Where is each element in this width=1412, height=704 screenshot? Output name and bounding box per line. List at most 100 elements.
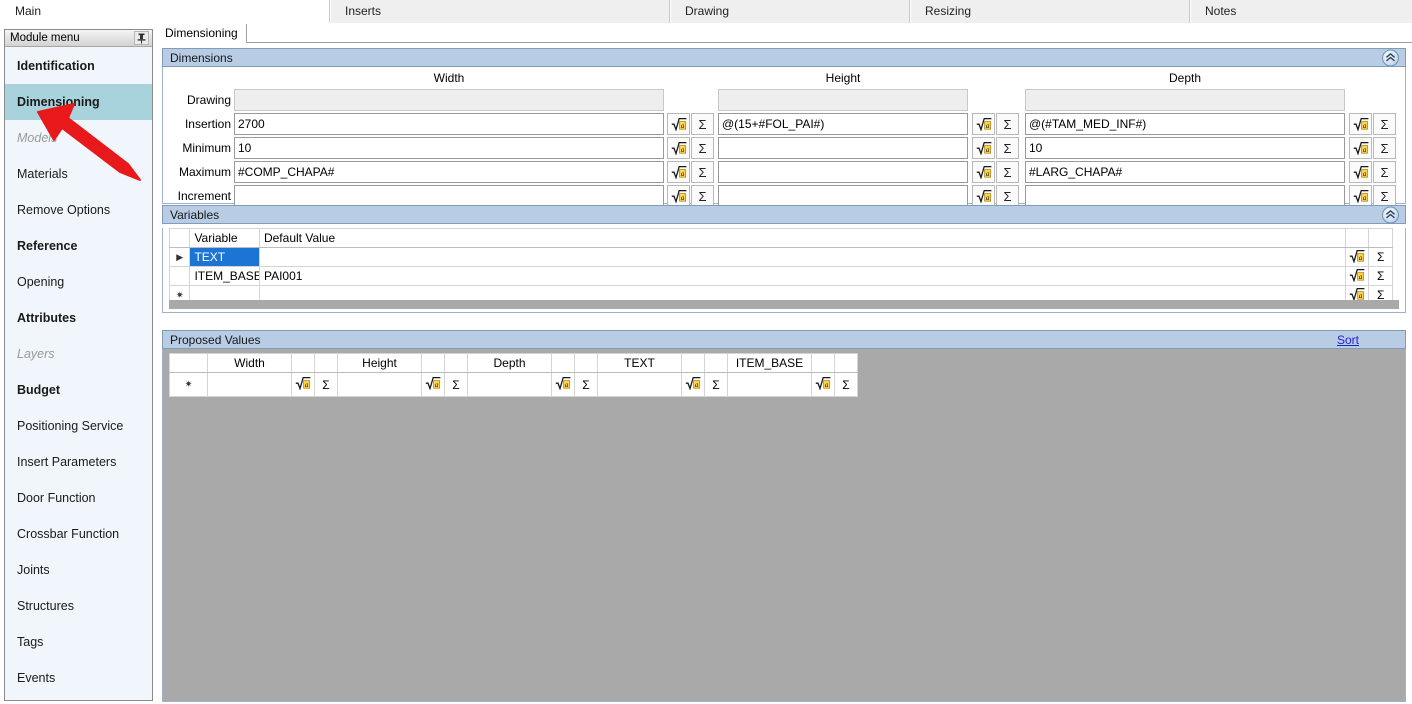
dimensions-input-minimum-width[interactable]: 10 <box>234 137 664 159</box>
pv-cell-width[interactable] <box>207 372 292 397</box>
sum-button-minimum-depth[interactable]: Σ <box>1373 137 1396 159</box>
sum-button-increment-width[interactable]: Σ <box>691 185 714 207</box>
tab-resizing[interactable]: Resizing <box>910 0 1190 23</box>
sidebar-item-crossbar-function[interactable]: Crossbar Function <box>5 516 152 552</box>
pv-formula-button-height[interactable]: a <box>421 372 445 397</box>
subtab-dimensioning[interactable]: Dimensioning <box>157 24 247 43</box>
sidebar-header: Module menu <box>5 30 152 47</box>
pv-cell-depth[interactable] <box>467 372 552 397</box>
pv-formula-button-depth[interactable]: a <box>551 372 575 397</box>
formula-button-maximum-depth[interactable]: a <box>1349 161 1372 183</box>
sidebar-item-remove-options[interactable]: Remove Options <box>5 192 152 228</box>
sum-button-maximum-height[interactable]: Σ <box>996 161 1019 183</box>
variables-cell-default-value[interactable]: PAI001 <box>258 266 1346 286</box>
formula-button-increment-width[interactable]: a <box>667 185 690 207</box>
dimensions-input-insertion-depth[interactable]: @(#TAM_MED_INF#) <box>1025 113 1345 135</box>
pv-sum-button-depth[interactable]: Σ <box>574 372 598 397</box>
chevron-double-up-icon[interactable] <box>1382 49 1399 66</box>
formula-button-insertion-depth[interactable]: a <box>1349 113 1372 135</box>
sidebar-item-identification[interactable]: Identification <box>5 48 152 84</box>
sidebar-item-door-function[interactable]: Door Function <box>5 480 152 516</box>
dimensions-input-drawing-height <box>718 89 968 111</box>
formula-button-increment-height[interactable]: a <box>972 185 995 207</box>
variables-grid[interactable]: Variable Default Value ▶ TEXT a Σ ITEM_BASE PAI… <box>168 228 1393 305</box>
formula-button-minimum-height[interactable]: a <box>972 137 995 159</box>
pv-sum-button-height[interactable]: Σ <box>444 372 468 397</box>
variables-cell-variable[interactable]: TEXT <box>189 247 260 267</box>
tab-main[interactable]: Main <box>0 0 330 23</box>
sum-button-increment-height[interactable]: Σ <box>996 185 1019 207</box>
formula-button-insertion-height[interactable]: a <box>972 113 995 135</box>
formula-button-maximum-width[interactable]: a <box>667 161 690 183</box>
sidebar-item-dimensioning[interactable]: Dimensioning <box>5 84 152 120</box>
sidebar-item-events[interactable]: Events <box>5 660 152 696</box>
pv-sum-button-width[interactable]: Σ <box>314 372 338 397</box>
sidebar-item-label: Dimensioning <box>17 95 100 109</box>
sidebar-item-positioning-service[interactable]: Positioning Service <box>5 408 152 444</box>
tab-inserts[interactable]: Inserts <box>330 0 670 23</box>
variables-cell-default-value[interactable] <box>258 247 1346 267</box>
formula-button-insertion-width[interactable]: a <box>667 113 690 135</box>
dimensions-input-minimum-height[interactable] <box>718 137 968 159</box>
sidebar-item-insert-parameters[interactable]: Insert Parameters <box>5 444 152 480</box>
pv-formula-button-width[interactable]: a <box>291 372 315 397</box>
table-header-row: Width Height Depth TEXT ITEM_BASE <box>169 353 858 373</box>
dimensions-input-insertion-width[interactable]: 2700 <box>234 113 664 135</box>
dimensions-input-maximum-depth[interactable]: #LARG_CHAPA# <box>1025 161 1345 183</box>
sort-link[interactable]: Sort <box>1337 333 1359 347</box>
sidebar-item-reference[interactable]: Reference <box>5 228 152 264</box>
sum-button-increment-depth[interactable]: Σ <box>1373 185 1396 207</box>
pv-cell-text[interactable] <box>597 372 682 397</box>
sidebar-item-opening[interactable]: Opening <box>5 264 152 300</box>
sidebar-item-tags[interactable]: Tags <box>5 624 152 660</box>
pv-formula-button-item_base[interactable]: a <box>811 372 835 397</box>
subtab-dimensioning-label: Dimensioning <box>165 26 238 40</box>
sidebar-item-models[interactable]: Models <box>5 120 152 156</box>
sum-button-minimum-width[interactable]: Σ <box>691 137 714 159</box>
dimensions-input-increment-width[interactable] <box>234 185 664 207</box>
pv-cell-item_base[interactable] <box>727 372 812 397</box>
sidebar-item-joints[interactable]: Joints <box>5 552 152 588</box>
sidebar-item-structures[interactable]: Structures <box>5 588 152 624</box>
table-row[interactable]: ITEM_BASE PAI001 a Σ <box>168 266 1393 286</box>
svg-text:a: a <box>680 122 684 130</box>
chevron-double-up-icon[interactable] <box>1382 206 1399 223</box>
variables-formula-button-cell[interactable]: a <box>1344 266 1370 286</box>
dimensions-input-maximum-width[interactable]: #COMP_CHAPA# <box>234 161 664 183</box>
sum-button-minimum-height[interactable]: Σ <box>996 137 1019 159</box>
sidebar-item-materials[interactable]: Materials <box>5 156 152 192</box>
dimensions-column-title-depth: Depth <box>1168 71 1202 85</box>
sum-button-insertion-height[interactable]: Σ <box>996 113 1019 135</box>
pv-sum-button-text[interactable]: Σ <box>704 372 728 397</box>
dimensions-input-minimum-depth[interactable]: 10 <box>1025 137 1345 159</box>
pv-formula-button-text[interactable]: a <box>681 372 705 397</box>
dimensions-input-increment-depth[interactable] <box>1025 185 1345 207</box>
proposed-values-grid-wrap: Width Height Depth TEXT ITEM_BASE ✷ a Σa Σa Σa Σa Σ <box>162 349 1406 702</box>
sum-button-maximum-width[interactable]: Σ <box>691 161 714 183</box>
sum-button-insertion-depth[interactable]: Σ <box>1373 113 1396 135</box>
pv-sum-button-item_base[interactable]: Σ <box>834 372 858 397</box>
table-row[interactable]: ▶ TEXT a Σ <box>168 247 1393 267</box>
variables-cell-variable[interactable]: ITEM_BASE <box>189 266 260 286</box>
sidebar-item-layers[interactable]: Layers <box>5 336 152 372</box>
sum-button-maximum-depth[interactable]: Σ <box>1373 161 1396 183</box>
pin-icon[interactable] <box>134 31 149 45</box>
variables-sum-button-cell[interactable]: Σ <box>1368 266 1393 286</box>
sidebar-item-budget[interactable]: Budget <box>5 372 152 408</box>
dimensions-input-maximum-height[interactable] <box>718 161 968 183</box>
proposed-values-grid[interactable]: Width Height Depth TEXT ITEM_BASE ✷ a Σa Σa Σa Σa Σ <box>169 353 858 397</box>
formula-button-increment-depth[interactable]: a <box>1349 185 1372 207</box>
formula-button-maximum-height[interactable]: a <box>972 161 995 183</box>
pv-cell-height[interactable] <box>337 372 422 397</box>
sidebar-item-attributes[interactable]: Attributes <box>5 300 152 336</box>
tab-drawing[interactable]: Drawing <box>670 0 910 23</box>
variables-sum-button-cell[interactable]: Σ <box>1368 247 1393 267</box>
tab-notes[interactable]: Notes <box>1190 0 1412 23</box>
variables-formula-button-cell[interactable]: a <box>1344 247 1370 267</box>
table-row[interactable]: ✷ a Σa Σa Σa Σa Σ <box>169 372 858 397</box>
dimensions-input-insertion-height[interactable]: @(15+#FOL_PAI#) <box>718 113 968 135</box>
formula-button-minimum-depth[interactable]: a <box>1349 137 1372 159</box>
formula-button-minimum-width[interactable]: a <box>667 137 690 159</box>
dimensions-input-increment-height[interactable] <box>718 185 968 207</box>
sum-button-insertion-width[interactable]: Σ <box>691 113 714 135</box>
